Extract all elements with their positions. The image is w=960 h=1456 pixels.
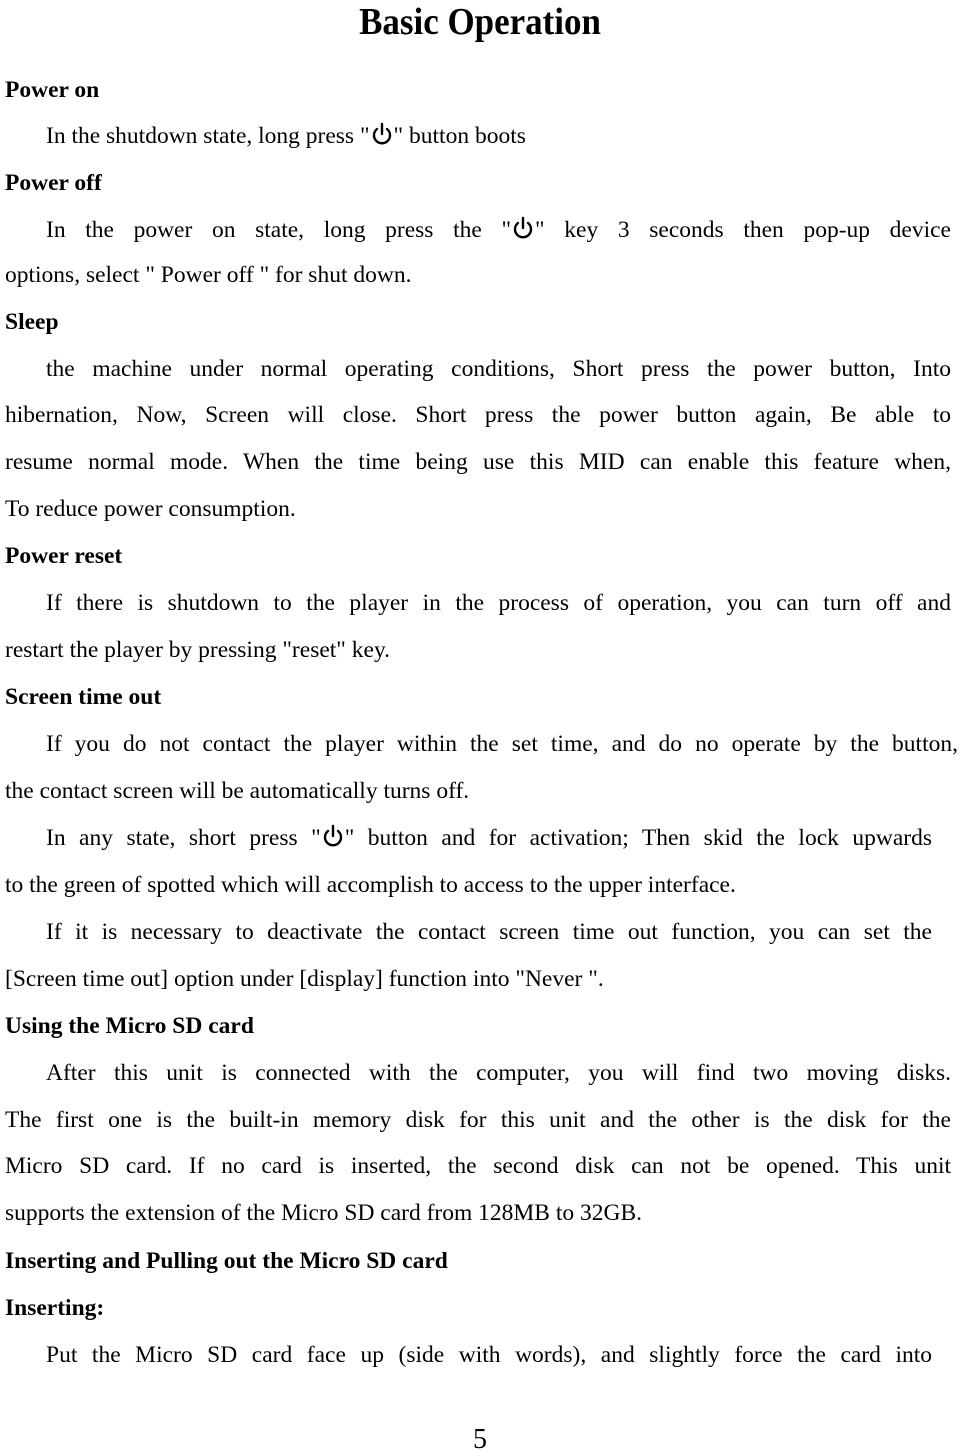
paragraph-deactivate-line-2: [Screen time out] option under [display]… — [5, 966, 604, 992]
paragraph-power-reset-line-1: If there is shutdown to the player in th… — [46, 590, 951, 616]
text: In the shutdown state, long press " — [46, 123, 370, 149]
power-icon — [322, 824, 344, 848]
heading-inserting-pulling: Inserting and Pulling out the Micro SD c… — [5, 1248, 448, 1274]
power-icon — [512, 216, 534, 240]
paragraph-sleep-line-4: To reduce power consumption. — [5, 496, 296, 522]
paragraph-sleep-line-3: resume normal mode. When the time being … — [5, 449, 951, 475]
page-number: 5 — [473, 1424, 487, 1455]
paragraph-activation-line-1: In any state, short press " " button and … — [46, 823, 932, 853]
text: In any state, short press " — [46, 825, 321, 851]
paragraph-power-off-line-1: In the power on state, long press the " "… — [46, 215, 951, 245]
text: In the power on state, long press the " — [46, 217, 512, 243]
power-icon — [371, 122, 393, 146]
paragraph-micro-sd-line-2: The first one is the built-in memory dis… — [5, 1107, 951, 1133]
paragraph-micro-sd-line-3: Micro SD card. If no card is inserted, t… — [5, 1153, 951, 1179]
text: " key 3 seconds then pop-up device — [535, 217, 951, 243]
paragraph-deactivate-line-1: If it is necessary to deactivate the con… — [46, 919, 932, 945]
paragraph-power-on: In the shutdown state, long press " " but… — [46, 121, 526, 151]
paragraph-sleep-line-2: hibernation, Now, Screen will close. Sho… — [5, 402, 951, 428]
heading-sleep: Sleep — [5, 309, 59, 335]
paragraph-activation-line-2: to the green of spotted which will accom… — [5, 872, 736, 898]
text: " button and for activation; Then skid t… — [344, 825, 932, 851]
heading-using-micro-sd: Using the Micro SD card — [5, 1013, 254, 1039]
paragraph-screen-time-out-line-2: the contact screen will be automatically… — [5, 778, 470, 804]
paragraph-screen-time-out-line-1: If you do not contact the player within … — [46, 731, 958, 757]
paragraph-power-reset-line-2: restart the player by pressing "reset" k… — [5, 637, 391, 663]
text: " button boots — [393, 123, 526, 149]
heading-inserting: Inserting: — [5, 1295, 105, 1321]
paragraph-inserting-line-1: Put the Micro SD card face up (side with… — [46, 1342, 932, 1368]
heading-screen-time-out: Screen time out — [5, 684, 162, 710]
paragraph-power-off-line-2: options, select " Power off " for shut d… — [5, 262, 412, 288]
page-title: Basic Operation — [359, 1, 601, 43]
heading-power-reset: Power reset — [5, 543, 123, 569]
paragraph-micro-sd-line-4: supports the extension of the Micro SD c… — [5, 1200, 643, 1226]
paragraph-sleep-line-1: the machine under normal operating condi… — [46, 356, 951, 382]
paragraph-micro-sd-line-1: After this unit is connected with the co… — [46, 1060, 951, 1086]
heading-power-off: Power off — [5, 170, 102, 196]
manual-page: Basic Operation Power on In the shutdown… — [0, 0, 960, 1456]
heading-power-on: Power on — [5, 77, 100, 103]
